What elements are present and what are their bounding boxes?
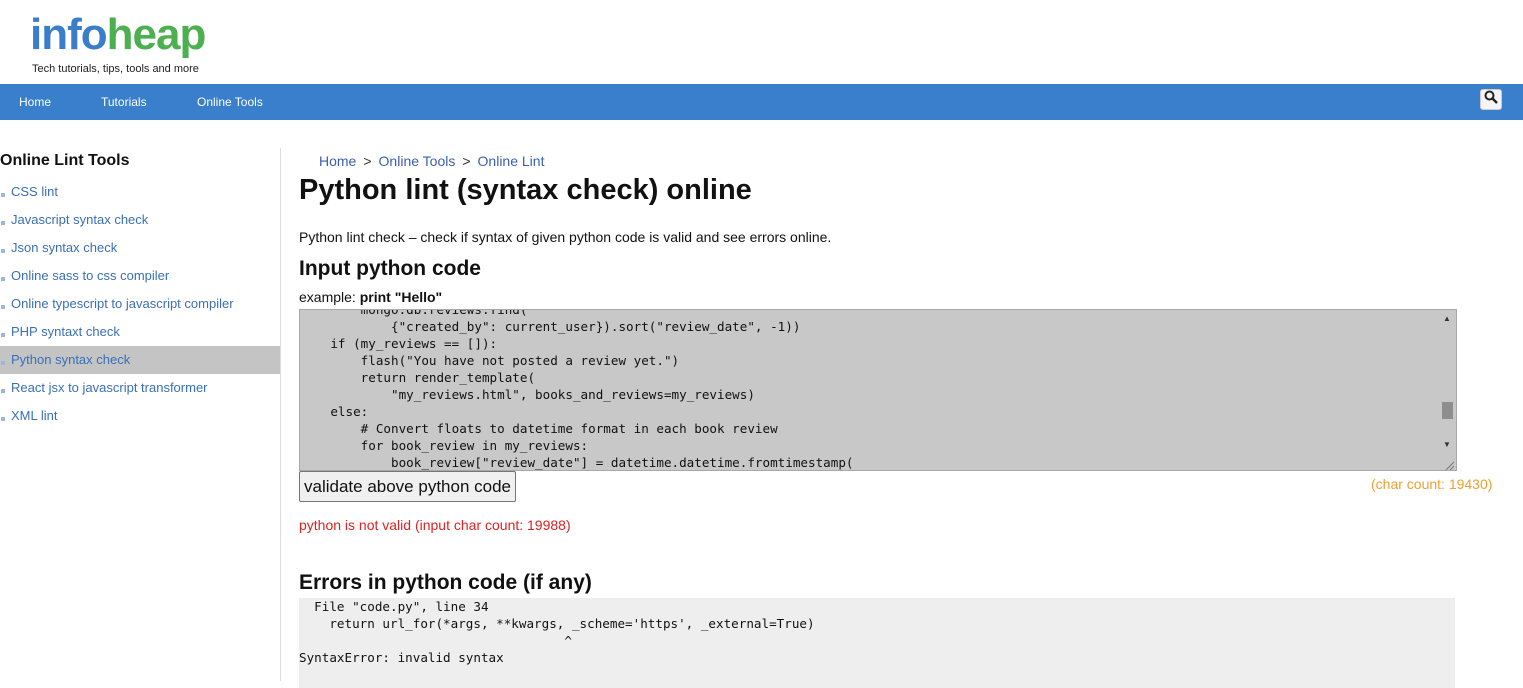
code-lines: mongo.db.reviews.find( {"created_by": cu… <box>300 309 854 470</box>
code-line: flash("You have not posted a review yet.… <box>300 353 680 368</box>
page-title: Python lint (syntax check) online <box>299 174 752 206</box>
validate-button[interactable]: validate above python code <box>299 471 516 502</box>
sidebar-item-sass-compiler[interactable]: Online sass to css compiler <box>0 262 280 290</box>
python-code-input[interactable]: mongo.db.reviews.find( {"created_by": cu… <box>299 309 1457 471</box>
validation-status: python is not valid (input char count: 1… <box>299 517 571 533</box>
nav-home[interactable]: Home <box>19 84 51 120</box>
logo-text-heap: heap <box>106 10 207 59</box>
errors-heading: Errors in python code (if any) <box>299 571 592 594</box>
breadcrumb-separator: > <box>462 153 471 169</box>
scroll-thumb[interactable] <box>1442 402 1453 419</box>
search-button[interactable] <box>1480 89 1502 110</box>
resize-grip-icon[interactable] <box>1444 458 1455 470</box>
sidebar-item-json-syntax-check[interactable]: Json syntax check <box>0 234 280 262</box>
breadcrumb-online-tools[interactable]: Online Tools <box>379 153 456 169</box>
sidebar-item-typescript-compiler[interactable]: Online typescript to javascript compiler <box>0 290 280 318</box>
sidebar-divider <box>280 148 281 681</box>
sidebar-title: Online Lint Tools <box>0 152 130 169</box>
sidebar-item-php-syntax-check[interactable]: PHP syntaxt check <box>0 318 280 346</box>
scroll-up-arrow-icon[interactable]: ▲ <box>1443 314 1451 323</box>
scroll-down-arrow-icon[interactable]: ▼ <box>1443 440 1451 449</box>
code-line: # Convert floats to datetime format in e… <box>300 421 778 436</box>
breadcrumb: Home > Online Tools > Online Lint <box>319 153 544 169</box>
sidebar-item-javascript-syntax-check[interactable]: Javascript syntax check <box>0 206 280 234</box>
breadcrumb-separator: > <box>363 153 372 169</box>
example-prefix: example: <box>299 289 360 305</box>
char-count: (char count: 19430) <box>1371 476 1493 492</box>
main-nav: Home Tutorials Online Tools <box>0 84 1523 120</box>
sidebar-item-python-syntax-check[interactable]: Python syntax check <box>0 346 280 374</box>
site-logo[interactable]: infoheap <box>30 10 207 60</box>
sidebar-item-css-lint[interactable]: CSS lint <box>0 178 280 206</box>
errors-output: File "code.py", line 34 return url_for(*… <box>299 598 1455 688</box>
sidebar-list: CSS lint Javascript syntax check Json sy… <box>0 178 280 430</box>
nav-online-tools[interactable]: Online Tools <box>197 84 263 120</box>
error-line: ^ <box>299 633 572 648</box>
error-line: File "code.py", line 34 <box>299 599 489 614</box>
code-line: mongo.db.reviews.find( <box>300 309 528 317</box>
code-line: for book_review in my_reviews: <box>300 438 589 453</box>
breadcrumb-online-lint[interactable]: Online Lint <box>478 153 545 169</box>
error-line: return url_for(*args, **kwargs, _scheme=… <box>299 616 815 631</box>
site-tagline: Tech tutorials, tips, tools and more <box>32 63 199 75</box>
breadcrumb-home[interactable]: Home <box>319 153 356 169</box>
code-line: else: <box>300 404 369 419</box>
search-icon <box>1484 90 1498 109</box>
sidebar-item-xml-lint[interactable]: XML lint <box>0 402 280 430</box>
intro-text: Python lint check – check if syntax of g… <box>299 229 832 245</box>
error-lines: File "code.py", line 34 return url_for(*… <box>299 598 815 666</box>
example-code: print "Hello" <box>359 289 443 305</box>
site-header: infoheap Tech tutorials, tips, tools and… <box>0 0 1523 84</box>
logo-text-info: info <box>30 10 108 59</box>
example-line: example: print "Hello" <box>299 289 442 305</box>
code-line: book_review["review_date"] = datetime.da… <box>300 455 854 470</box>
code-line: if (my_reviews == []): <box>300 336 498 351</box>
code-scrollbar[interactable]: ▲ ▼ <box>1439 310 1456 470</box>
code-line: "my_reviews.html", books_and_reviews=my_… <box>300 387 755 402</box>
nav-tutorials[interactable]: Tutorials <box>101 84 147 120</box>
sidebar-item-react-jsx[interactable]: React jsx to javascript transformer <box>0 374 280 402</box>
error-line: SyntaxError: invalid syntax <box>299 650 504 665</box>
code-line: {"created_by": current_user}).sort("revi… <box>300 319 801 334</box>
code-line: return render_template( <box>300 370 536 385</box>
input-heading: Input python code <box>299 257 481 280</box>
